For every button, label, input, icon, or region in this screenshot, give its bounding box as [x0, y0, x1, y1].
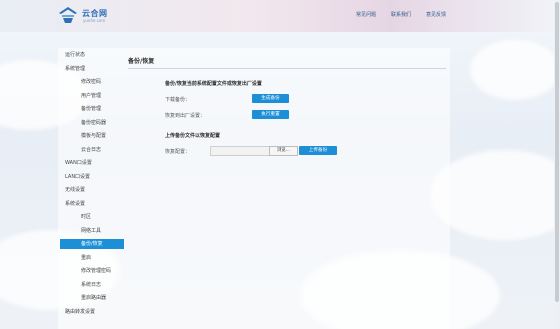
- nav-contact[interactable]: 联系我们: [391, 11, 411, 18]
- sidebar-item[interactable]: 系统管理: [60, 64, 124, 74]
- factory-reset-button[interactable]: 执行重置: [252, 110, 289, 119]
- sidebar-item[interactable]: 网络工具: [60, 226, 124, 236]
- sidebar-item[interactable]: 重启路由器: [60, 293, 124, 303]
- upload-backup-button[interactable]: 上传备份: [299, 146, 337, 155]
- file-path-input[interactable]: [210, 146, 270, 156]
- scrollbar-thumb[interactable]: [555, 2, 559, 302]
- restore-config-label: 恢复配置：: [165, 149, 191, 155]
- sidebar-item[interactable]: 备份管理: [60, 104, 124, 114]
- sidebar-item[interactable]: 时区: [60, 212, 124, 222]
- factory-reset-label: 恢复到出厂设置：: [165, 113, 206, 119]
- cloud: [470, 40, 560, 100]
- logo-mark-icon: [59, 7, 77, 23]
- section-backup-title: 备份/恢复当前系统配置文件或恢复出厂设置: [165, 81, 262, 87]
- sidebar-item[interactable]: 修改密码: [60, 77, 124, 87]
- nav-faq[interactable]: 常见问题: [356, 11, 376, 18]
- vertical-scrollbar[interactable]: [554, 0, 560, 329]
- download-backup-label: 下载备份：: [165, 97, 191, 103]
- sidebar-item[interactable]: 路由转发设置: [60, 307, 124, 317]
- sidebar-item[interactable]: 重启: [60, 253, 124, 263]
- sidebar-item[interactable]: 系统日志: [60, 280, 124, 290]
- header: 云合网 yunhe.com 常见问题 联系我们 意见反馈: [0, 0, 560, 32]
- sidebar-item[interactable]: 无线设置: [60, 185, 124, 195]
- generate-backup-button[interactable]: 生成备份: [252, 94, 289, 103]
- sidebar-item[interactable]: 备份密码器: [60, 118, 124, 128]
- sidebar-item[interactable]: 备份/恢复: [60, 239, 124, 249]
- sidebar-item[interactable]: 修改管理密码: [60, 266, 124, 276]
- sidebar: 运行状态系统管理修改密码用户管理备份管理备份密码器模板与配置云合日志 WAN口设置…: [60, 50, 124, 329]
- sidebar-item[interactable]: WAN口设置: [60, 158, 124, 168]
- sidebar-item[interactable]: 运行状态: [60, 50, 124, 60]
- top-nav: 常见问题 联系我们 意见反馈: [356, 11, 446, 18]
- sidebar-item[interactable]: 系统设置: [60, 199, 124, 209]
- content-area: 备份/恢复: [126, 50, 448, 320]
- sidebar-item[interactable]: 模板与配置: [60, 131, 124, 141]
- logo[interactable]: 云合网 yunhe.com: [58, 5, 138, 27]
- nav-feedback[interactable]: 意见反馈: [426, 11, 446, 18]
- sidebar-item[interactable]: 云合日志: [60, 145, 124, 155]
- brand-sub: yunhe.com: [83, 18, 106, 23]
- page-title: 备份/恢复: [128, 58, 155, 65]
- browse-button[interactable]: 浏览...: [269, 146, 298, 156]
- sidebar-item[interactable]: 用户管理: [60, 91, 124, 101]
- sidebar-item[interactable]: LAN口设置: [60, 172, 124, 182]
- page-title-bar: 备份/恢复: [128, 56, 446, 69]
- section-restore-title: 上传备份文件以恢复配置: [165, 133, 221, 139]
- title-divider: [128, 68, 446, 69]
